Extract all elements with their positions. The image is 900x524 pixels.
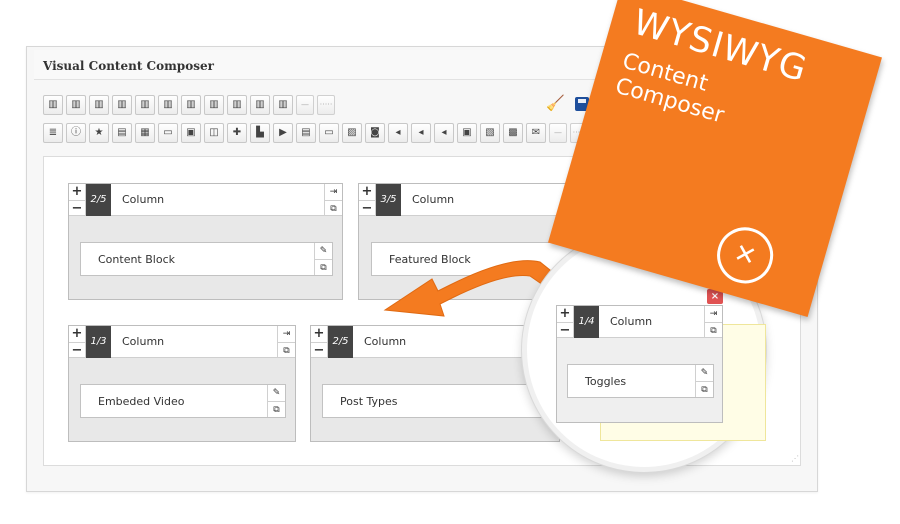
column-size-badge: 1/4 xyxy=(574,306,599,338)
content-element-actions: ✎ ⧉ xyxy=(695,365,713,397)
content-element-label: Toggles xyxy=(585,375,627,388)
plus-icon[interactable]: + xyxy=(557,306,573,322)
copy-icon[interactable]: ⧉ xyxy=(696,381,713,397)
column-block-dragging[interactable]: + − 1/4 Column ⇥ ⧉ Toggles ✎ ⧉ xyxy=(556,305,723,423)
edit-icon[interactable]: ✎ xyxy=(696,365,713,381)
column-label: Column xyxy=(610,315,653,328)
column-header: + − 1/4 Column ⇥ ⧉ xyxy=(557,306,722,338)
content-element[interactable]: Toggles ✎ ⧉ xyxy=(567,364,714,398)
tools-icon: ✕ xyxy=(710,220,780,291)
move-icon[interactable]: ⇥ xyxy=(705,306,722,322)
column-resize-controls: + − xyxy=(557,306,574,338)
column-actions: ⇥ ⧉ xyxy=(704,306,722,338)
copy-icon[interactable]: ⧉ xyxy=(705,322,722,338)
minus-icon[interactable]: − xyxy=(557,322,573,338)
